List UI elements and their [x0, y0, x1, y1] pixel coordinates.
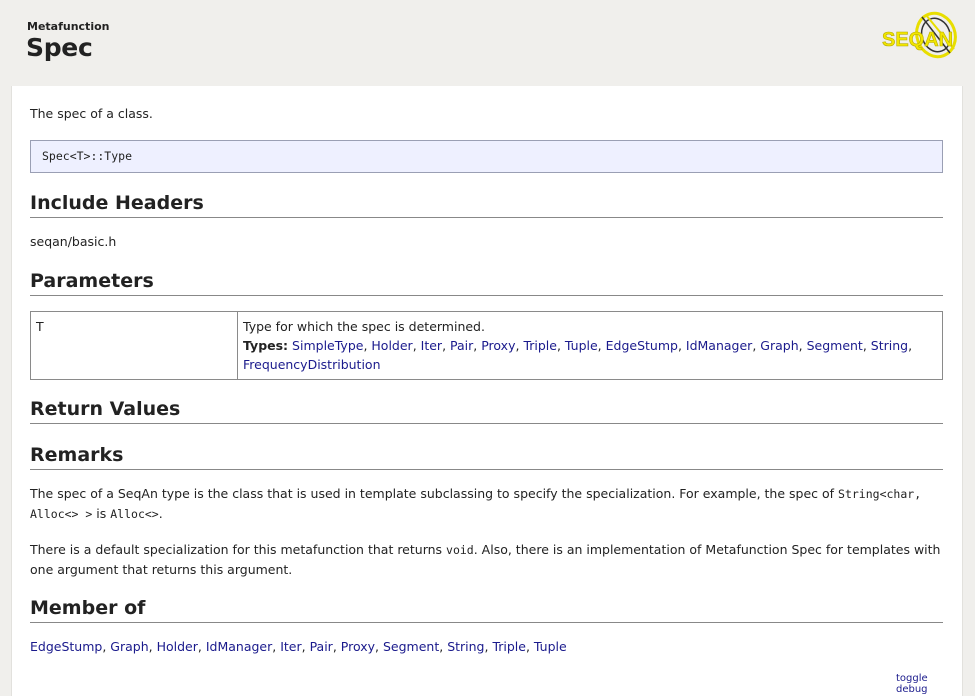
include-header-value: seqan/basic.h	[30, 234, 117, 249]
parameter-name: T	[30, 311, 238, 380]
remarks-text: .	[158, 506, 163, 521]
member-of-link-edgestump[interactable]: EdgeStump	[30, 639, 102, 654]
include-headers-heading: Include Headers	[30, 191, 943, 218]
parameters-table: T Type for which the spec is determined.…	[30, 311, 943, 380]
parameters-heading: Parameters	[30, 269, 943, 296]
member-of-link-pair[interactable]: Pair	[310, 639, 333, 654]
signature-box: Spec<T>::Type	[30, 140, 943, 173]
type-link-proxy[interactable]: Proxy	[481, 338, 515, 353]
type-link-triple[interactable]: Triple	[523, 338, 557, 353]
member-of-link-string[interactable]: String	[447, 639, 484, 654]
parameter-description: Type for which the spec is determined.	[243, 319, 485, 334]
member-of-heading: Member of	[30, 596, 943, 623]
page-title: Spec	[26, 33, 93, 62]
type-link-iter[interactable]: Iter	[421, 338, 442, 353]
member-of-link-graph[interactable]: Graph	[110, 639, 148, 654]
type-link-frequencydistribution[interactable]: FrequencyDistribution	[243, 357, 381, 372]
table-row: T Type for which the spec is determined.…	[30, 311, 943, 380]
member-of-link-iter[interactable]: Iter	[280, 639, 301, 654]
logo-text: SEQAN	[882, 29, 953, 51]
main-content: The spec of a class. Spec<T>::Type Inclu…	[11, 86, 963, 696]
remarks-text: There is a default specialization for th…	[30, 542, 447, 557]
type-link-graph[interactable]: Graph	[760, 338, 798, 353]
types-list: SimpleType, Holder, Iter, Pair, Proxy, T…	[243, 338, 913, 372]
member-of-link-triple[interactable]: Triple	[492, 639, 526, 654]
member-of-link-holder[interactable]: Holder	[157, 639, 198, 654]
type-link-edgestump[interactable]: EdgeStump	[606, 338, 678, 353]
type-link-pair[interactable]: Pair	[450, 338, 473, 353]
type-link-string[interactable]: String	[871, 338, 908, 353]
remarks-paragraph-2: There is a default specialization for th…	[30, 540, 943, 580]
type-link-tuple[interactable]: Tuple	[565, 338, 598, 353]
entity-kind: Metafunction	[27, 20, 110, 33]
remarks-text: The spec of a SeqAn type is the class th…	[30, 486, 839, 501]
summary-text: The spec of a class.	[30, 106, 153, 121]
member-of-list: EdgeStump, Graph, Holder, IdManager, Ite…	[30, 639, 567, 654]
seqan-logo[interactable]: SEQAN	[880, 9, 960, 63]
member-of-link-proxy[interactable]: Proxy	[341, 639, 375, 654]
remarks-heading: Remarks	[30, 443, 943, 470]
code-inline: Alloc<>	[110, 507, 159, 521]
member-of-link-tuple[interactable]: Tuple	[534, 639, 567, 654]
type-link-idmanager[interactable]: IdManager	[686, 338, 752, 353]
types-label: Types:	[243, 338, 289, 353]
remarks-text: is	[92, 506, 111, 521]
return-values-heading: Return Values	[30, 397, 943, 424]
type-link-holder[interactable]: Holder	[371, 338, 412, 353]
page-header: Metafunction Spec SEQAN	[0, 0, 975, 86]
toggle-debug-link[interactable]: toggle debug	[896, 673, 943, 695]
member-of-link-segment[interactable]: Segment	[383, 639, 439, 654]
code-inline: void	[446, 543, 474, 557]
remarks-paragraph-1: The spec of a SeqAn type is the class th…	[30, 484, 943, 524]
member-of-link-idmanager[interactable]: IdManager	[206, 639, 272, 654]
type-link-simpletype[interactable]: SimpleType	[292, 338, 363, 353]
type-link-segment[interactable]: Segment	[807, 338, 863, 353]
parameter-description-cell: Type for which the spec is determined. T…	[237, 311, 943, 380]
